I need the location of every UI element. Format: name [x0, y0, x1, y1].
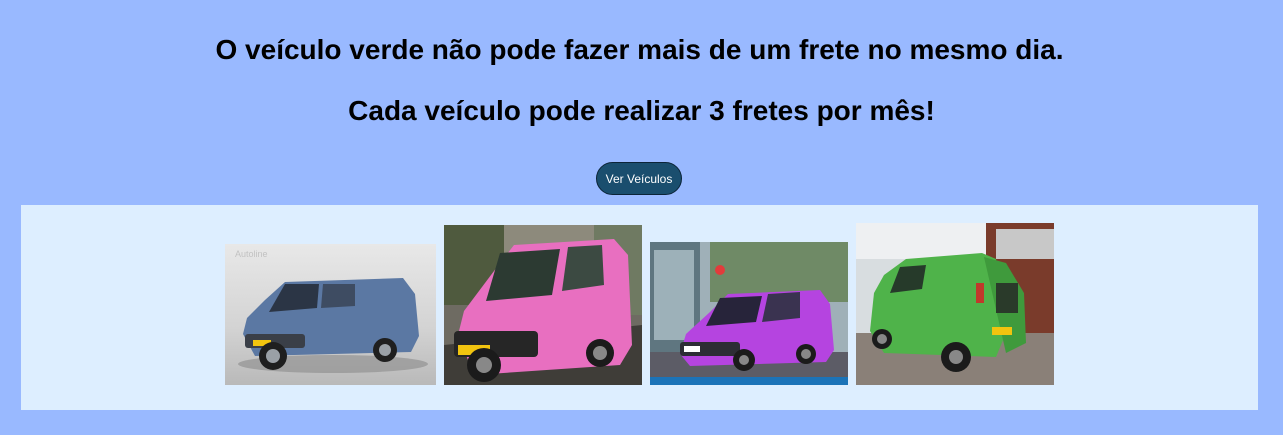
vehicle-photo-blue: Autoline	[225, 244, 436, 385]
vehicle-photo-green	[856, 223, 1054, 385]
heading-monthly-limit: Cada veículo pode realizar 3 fretes por …	[348, 95, 935, 126]
vehicle-photo-purple	[650, 242, 848, 385]
heading-green-vehicle-rule: O veículo verde não pode fazer mais de u…	[215, 34, 1064, 65]
vehicle-photo-pink	[444, 225, 642, 385]
view-vehicles-button[interactable]: Ver Veículos	[596, 162, 682, 195]
license-plate	[992, 327, 1012, 335]
license-plate	[684, 346, 700, 352]
vehicle-gallery: Autoline	[21, 205, 1258, 410]
watermark-text: Autoline	[235, 249, 268, 259]
